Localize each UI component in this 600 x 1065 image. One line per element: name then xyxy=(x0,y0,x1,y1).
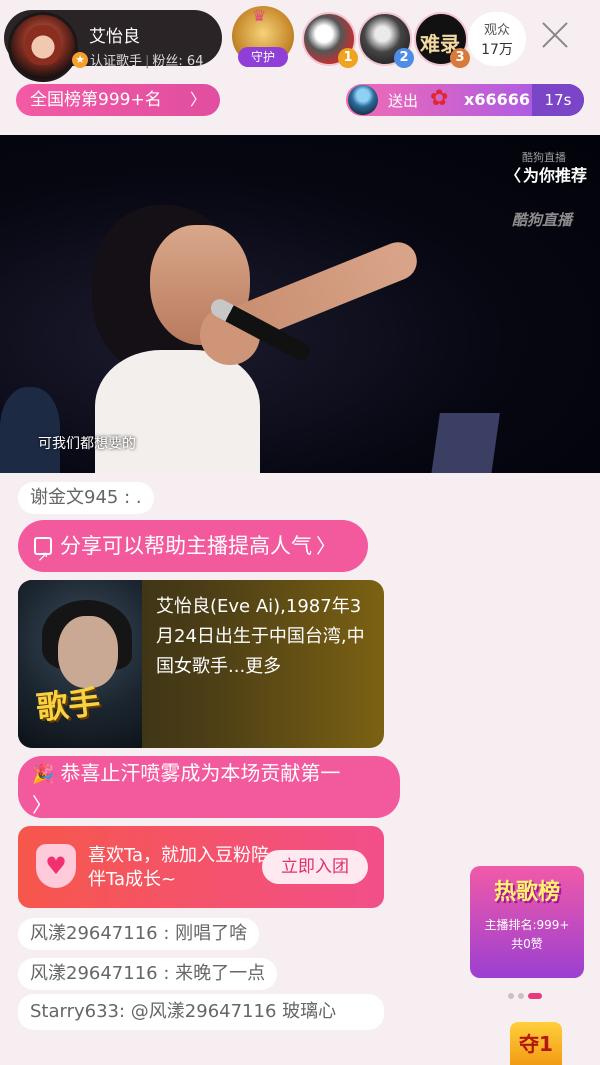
gift-timer: 17s xyxy=(532,84,584,116)
bio-text: 艾怡良(Eve Ai),1987年3月24日出生于中国台湾,中国女歌手...更多 xyxy=(156,596,365,677)
chevron-right-icon: 〉 xyxy=(32,793,52,817)
rank-badge-2: 2 xyxy=(394,48,414,68)
guard-label: 守护 xyxy=(238,47,288,67)
side-ad-title: 热歌榜 xyxy=(493,879,560,905)
viewer-count[interactable]: 观众 17万 xyxy=(468,12,526,66)
chat-message[interactable]: 谢金文945 : . xyxy=(18,482,154,514)
singer-body xyxy=(95,350,260,473)
rank-badge-1: 1 xyxy=(338,48,358,68)
top-bar: 艾怡良 ★ 认证歌手 | 粉丝: 64 ♛ 守护 1 2 难录 3 观众 17万 全… xyxy=(0,0,600,135)
join-now-button[interactable]: 立即入团 xyxy=(262,850,368,884)
rose-icon: ✿ xyxy=(430,86,449,111)
fan-avatar-3[interactable]: 难录 3 xyxy=(414,12,470,68)
side-ad-rank: 主播排名:999+ xyxy=(484,918,570,932)
heart-shield-icon: ♥ xyxy=(36,844,76,888)
background-stand xyxy=(430,413,500,473)
carousel-dot[interactable] xyxy=(508,993,514,999)
bio-cover-image: 歌手 xyxy=(18,580,142,748)
host-fans: 粉丝: 64 xyxy=(152,54,204,69)
separator: | xyxy=(145,54,150,69)
chevron-left-icon: 〈 xyxy=(505,166,522,185)
guard-button[interactable]: ♛ 守护 xyxy=(232,6,294,67)
chat-message[interactable]: 风漾29647116 : 来晚了一点 xyxy=(18,958,278,990)
live-video[interactable]: 酷狗直播 〈为你推荐 酷狗直播 可我们都想要的 xyxy=(0,135,600,473)
chevron-right-icon: 〉 xyxy=(189,90,206,109)
chat-message[interactable]: 风漾29647116 : 刚唱了啥 xyxy=(18,918,260,950)
recommend-button[interactable]: 〈为你推荐 xyxy=(505,162,587,186)
national-rank-label: 全国榜第999+名 xyxy=(30,90,162,110)
verified-star-icon: ★ xyxy=(72,52,88,68)
hot-songs-ad[interactable]: 热歌榜 主播排名:999+ 共0赞 xyxy=(470,866,584,978)
host-cert: 认证歌手 xyxy=(90,54,143,69)
carousel-dot-active[interactable] xyxy=(528,993,542,999)
host-info[interactable]: 艾怡良 ★ 认证歌手 | 粉丝: 64 xyxy=(4,10,222,82)
fan-avatar-1[interactable]: 1 xyxy=(302,12,358,68)
chat-message[interactable]: Starry633: @风漾29647116 玻璃心 xyxy=(18,994,384,1030)
viewers-count: 17万 xyxy=(481,42,513,58)
gift-sender-avatar[interactable] xyxy=(348,85,378,115)
recommend-label: 为你推荐 xyxy=(523,166,588,185)
promo-badge[interactable]: 夺1元 xyxy=(510,1022,562,1065)
host-name: 艾怡良 xyxy=(89,27,140,47)
party-popper-icon: 🎉 xyxy=(32,764,55,785)
host-cert-line: 认证歌手 | 粉丝: 64 xyxy=(90,50,203,69)
national-rank-button[interactable]: 全国榜第999+名 〉 xyxy=(16,84,220,116)
gift-banner: 送出 ✿ x66666 17s xyxy=(346,84,584,116)
congrats-text: 恭喜止汗喷雾成为本场贡献第一 xyxy=(60,761,341,785)
cover-title: 歌手 xyxy=(34,682,103,728)
gift-count: x66666 xyxy=(464,90,530,109)
side-ad-likes: 共0赞 xyxy=(511,937,543,951)
crown-icon: ♛ xyxy=(252,6,267,25)
fan-avatar-2[interactable]: 2 xyxy=(358,12,414,68)
share-icon xyxy=(34,531,52,583)
close-icon[interactable] xyxy=(538,18,572,52)
carousel-dots[interactable] xyxy=(508,984,548,999)
viewers-label: 观众 xyxy=(483,23,510,38)
share-label: 分享可以帮助主播提高人气 xyxy=(60,534,312,558)
congrats-message[interactable]: 🎉 恭喜止汗喷雾成为本场贡献第一〉 xyxy=(18,756,400,818)
join-fanclub-card: ♥ 喜欢Ta，就加入豆粉陪伴Ta成长~ 立即入团 xyxy=(18,826,384,908)
video-subtitle: 可我们都想要的 xyxy=(38,436,136,452)
watermark: 酷狗直播 xyxy=(512,211,573,229)
chevron-right-icon: 〉 xyxy=(316,534,336,558)
gift-send-label: 送出 xyxy=(388,92,419,110)
bio-card[interactable]: 歌手 艾怡良(Eve Ai),1987年3月24日出生于中国台湾,中国女歌手..… xyxy=(18,580,384,748)
rank-badge-3: 3 xyxy=(450,48,470,68)
background-person xyxy=(0,387,60,473)
share-button[interactable]: 分享可以帮助主播提高人气〉 xyxy=(18,520,368,583)
carousel-dot[interactable] xyxy=(518,993,524,999)
join-text: 喜欢Ta，就加入豆粉陪伴Ta成长~ xyxy=(88,845,270,890)
host-avatar[interactable] xyxy=(8,12,78,82)
